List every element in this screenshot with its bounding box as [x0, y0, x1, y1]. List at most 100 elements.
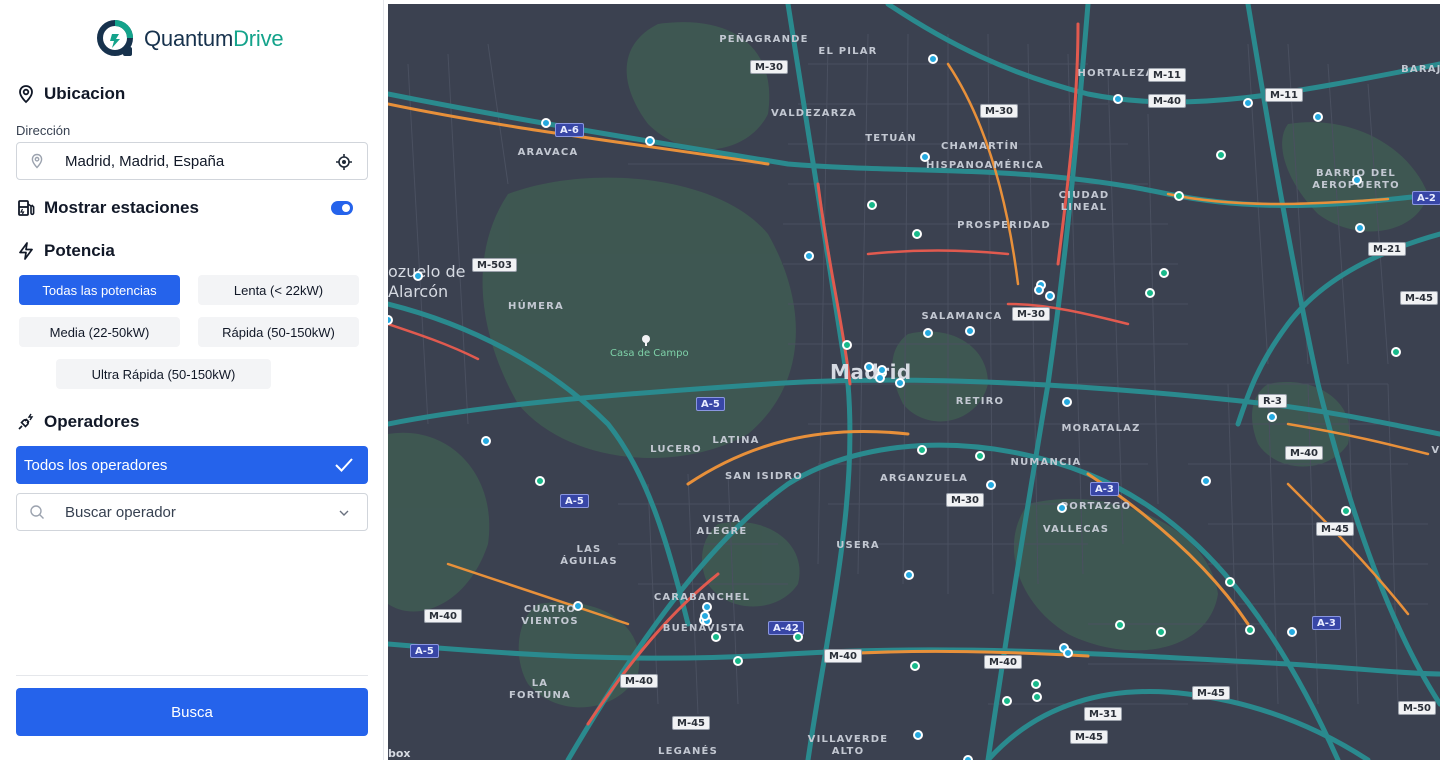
charging-station-marker[interactable]: [910, 661, 920, 671]
district-label: RETIRO: [955, 396, 1005, 407]
charging-station-marker[interactable]: [975, 451, 985, 461]
app-root: QuantumDrive Ubicacion Dirección Madrid,…: [0, 0, 1440, 760]
charging-station-marker[interactable]: [645, 136, 655, 146]
road-shield: M-40: [620, 674, 659, 688]
charging-station-marker[interactable]: [864, 362, 874, 372]
crosshair-icon[interactable]: [335, 153, 353, 171]
operators-title: Operadores: [44, 412, 140, 431]
charging-station-marker[interactable]: [920, 152, 930, 162]
power-section-title: Potencia: [16, 241, 115, 261]
stations-toggle-switch[interactable]: [331, 201, 353, 215]
station-map[interactable]: Madrid Casa de Campo ozuelo de Alarcón P…: [388, 4, 1440, 760]
power-option-fast[interactable]: Rápida (50-150kW): [198, 317, 359, 347]
charging-station-marker[interactable]: [793, 632, 803, 642]
charging-station-marker[interactable]: [912, 229, 922, 239]
charging-station-marker[interactable]: [1115, 620, 1125, 630]
charging-station-marker[interactable]: [1245, 625, 1255, 635]
charging-station-marker[interactable]: [711, 632, 721, 642]
charging-station-marker[interactable]: [923, 328, 933, 338]
chevron-down-icon[interactable]: [335, 504, 353, 522]
district-label: LAS ÁGUILAS: [560, 544, 618, 567]
charging-station-marker[interactable]: [1145, 288, 1155, 298]
charging-station-marker[interactable]: [1032, 692, 1042, 702]
operators-section-title: Operadores: [16, 412, 139, 432]
road-shield: R-3: [1258, 394, 1287, 408]
charging-station-marker[interactable]: [413, 271, 423, 281]
charging-station-marker[interactable]: [573, 601, 583, 611]
all-operators-option[interactable]: Todos los operadores: [16, 446, 368, 484]
charging-station-marker[interactable]: [1045, 291, 1055, 301]
charging-station-marker[interactable]: [1201, 476, 1211, 486]
charging-station-marker[interactable]: [928, 54, 938, 64]
charging-station-marker[interactable]: [1031, 679, 1041, 689]
charging-station-marker[interactable]: [1287, 627, 1297, 637]
district-label: LA FORTUNA: [508, 678, 572, 701]
charging-station-marker[interactable]: [1267, 412, 1277, 422]
charging-station-marker[interactable]: [1174, 191, 1184, 201]
operator-search-dropdown[interactable]: Buscar operador: [16, 493, 368, 531]
charging-station-marker[interactable]: [1002, 696, 1012, 706]
charging-station-marker[interactable]: [913, 730, 923, 740]
charging-station-marker[interactable]: [965, 326, 975, 336]
charging-station-marker[interactable]: [700, 611, 710, 621]
road-shield: M-50: [1398, 701, 1437, 715]
road-shield: M-31: [1084, 707, 1123, 721]
charging-station-marker[interactable]: [904, 570, 914, 580]
charging-station-marker[interactable]: [1062, 397, 1072, 407]
address-label: Dirección: [16, 123, 71, 138]
road-shield: A-5: [696, 397, 725, 411]
district-label: LUCERO: [650, 444, 702, 455]
charging-station-marker[interactable]: [804, 251, 814, 261]
charging-station-marker[interactable]: [877, 365, 887, 375]
charging-station-marker[interactable]: [1156, 627, 1166, 637]
stations-toggle-row: Mostrar estaciones: [16, 198, 199, 218]
district-label: HISPANOAMÉRICA: [926, 160, 1044, 171]
district-label: CARABANCHEL: [653, 592, 751, 603]
road-shield: A-3: [1312, 616, 1341, 630]
road-shield: A-5: [410, 644, 439, 658]
district-label: EL PILAR: [818, 46, 878, 57]
charging-station-marker[interactable]: [481, 436, 491, 446]
charging-station-marker[interactable]: [1341, 506, 1351, 516]
road-shield: A-6: [555, 123, 584, 137]
district-label: MORATALAZ: [1061, 423, 1141, 434]
charging-station-marker[interactable]: [1034, 285, 1044, 295]
charging-station-marker[interactable]: [867, 200, 877, 210]
charging-station-marker[interactable]: [963, 755, 973, 760]
charging-station-marker[interactable]: [733, 656, 743, 666]
charging-station-marker[interactable]: [986, 480, 996, 490]
address-field[interactable]: Madrid, Madrid, España: [16, 142, 368, 180]
charging-station-marker[interactable]: [1225, 577, 1235, 587]
district-label: USERA: [836, 540, 880, 551]
address-value: Madrid, Madrid, España: [65, 153, 225, 170]
charging-station-marker[interactable]: [1057, 503, 1067, 513]
power-option-all[interactable]: Todas las potencias: [19, 275, 180, 305]
charging-station-marker[interactable]: [1352, 175, 1362, 185]
charging-station-marker[interactable]: [895, 378, 905, 388]
charging-station-marker[interactable]: [535, 476, 545, 486]
road-shield: M-30: [946, 493, 985, 507]
road-shield: A-5: [560, 494, 589, 508]
district-label: SALAMANCA: [921, 311, 1003, 322]
charging-station-marker[interactable]: [1243, 98, 1253, 108]
power-option-ultra-fast[interactable]: Ultra Rápida (50-150kW): [56, 359, 271, 389]
charging-station-marker[interactable]: [1391, 347, 1401, 357]
road-shield: M-40: [824, 649, 863, 663]
charging-station-marker[interactable]: [1216, 150, 1226, 160]
charging-station-marker[interactable]: [917, 445, 927, 455]
power-option-slow[interactable]: Lenta (< 22kW): [198, 275, 359, 305]
power-option-medium[interactable]: Media (22-50kW): [19, 317, 180, 347]
charging-station-marker[interactable]: [541, 118, 551, 128]
district-label: BARAJAS: [1401, 64, 1440, 75]
charging-station-marker[interactable]: [1355, 223, 1365, 233]
charging-station-marker[interactable]: [1159, 268, 1169, 278]
charging-station-marker[interactable]: [1113, 94, 1123, 104]
search-button[interactable]: Busca: [16, 688, 368, 736]
charging-station-marker[interactable]: [1313, 112, 1323, 122]
road-shield: M-45: [1070, 730, 1109, 744]
search-icon: [30, 505, 44, 519]
charging-station-marker[interactable]: [1063, 648, 1073, 658]
road-shield: M-30: [980, 104, 1019, 118]
charging-station-marker[interactable]: [842, 340, 852, 350]
brand-name-part2: Drive: [233, 26, 284, 51]
